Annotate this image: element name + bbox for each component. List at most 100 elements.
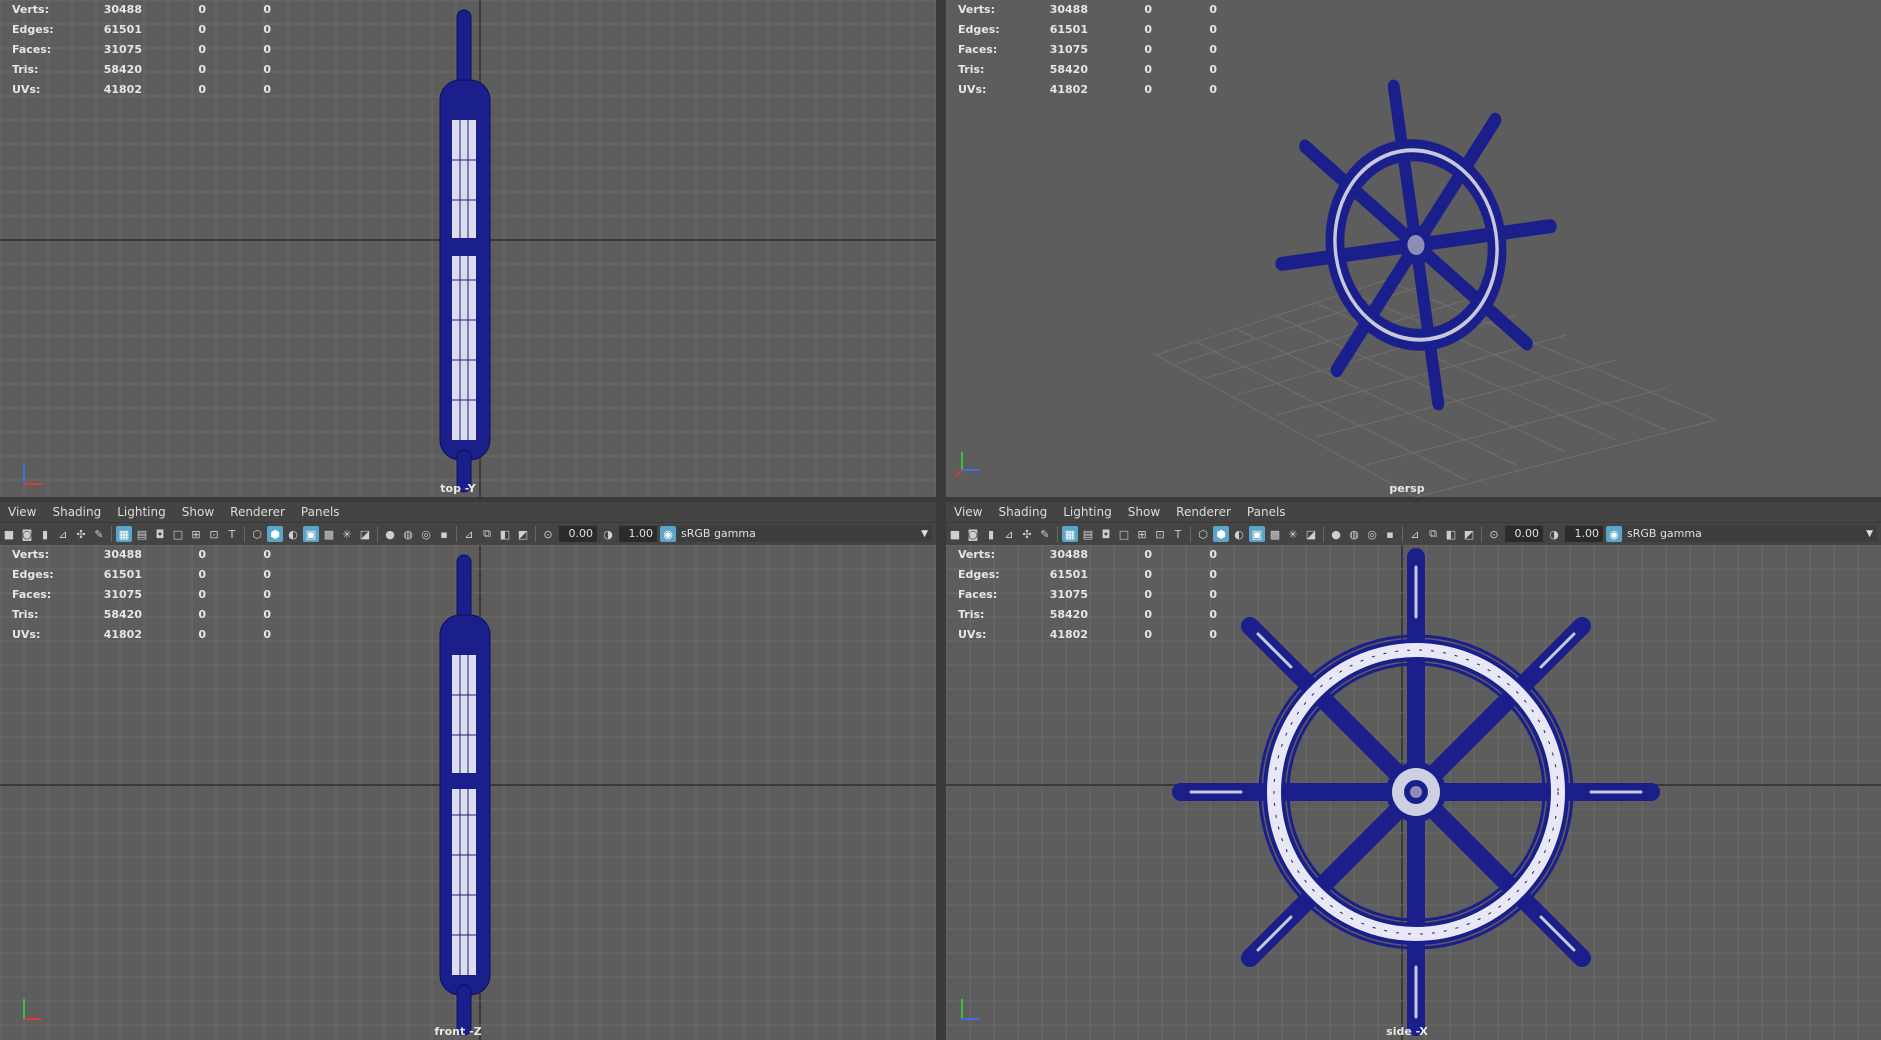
poly-count-hud: Verts: 30488 0 0 Edges: 61501 0 0 Faces: 31075 0…: [958, 3, 1217, 96]
lights-icon[interactable]: ✳: [339, 526, 355, 542]
menu-view[interactable]: View: [946, 505, 990, 519]
xray-joints-icon[interactable]: ◧: [497, 526, 513, 542]
bookmark-icon[interactable]: ▮: [983, 526, 999, 542]
bookmark-icon[interactable]: ▮: [37, 526, 53, 542]
poly-count-hud: Verts: 30488 0 0 Edges: 61501 0 0 Faces: 31075 0…: [12, 3, 271, 96]
textured-icon[interactable]: ◐: [1231, 526, 1247, 542]
exposure-icon[interactable]: ⊙: [540, 526, 556, 542]
depth-of-field-icon[interactable]: ▪: [1382, 526, 1398, 542]
depth-of-field-icon[interactable]: ▪: [436, 526, 452, 542]
grid-icon[interactable]: ▦: [116, 526, 132, 542]
poly-count-hud: Verts: 30488 0 0 Edges: 61501 0 0 Faces: 31075 0…: [12, 548, 271, 641]
gamma-field[interactable]: 1.00: [1565, 526, 1603, 542]
motion-blur-icon[interactable]: ◍: [400, 526, 416, 542]
axis-gizmo-icon: [961, 999, 980, 1020]
pencil-icon[interactable]: ✎: [91, 526, 107, 542]
field-chart-icon[interactable]: ⊞: [1134, 526, 1150, 542]
gamma-icon[interactable]: ◑: [600, 526, 616, 542]
smooth-shade-icon[interactable]: ⬢: [1213, 526, 1229, 542]
axis-gizmo-icon: [955, 452, 980, 477]
color-space-select[interactable]: sRGB gamma ▼: [1623, 526, 1877, 542]
menu-panels[interactable]: Panels: [1239, 505, 1294, 519]
shadows-icon[interactable]: ◪: [357, 526, 373, 542]
ambient-occlusion-icon[interactable]: ●: [382, 526, 398, 542]
menu-lighting[interactable]: Lighting: [1055, 505, 1120, 519]
safe-title-icon[interactable]: T: [1170, 526, 1186, 542]
isolate-icon[interactable]: ⊿: [1407, 526, 1423, 542]
gate-mask-icon[interactable]: □: [170, 526, 186, 542]
xray-components-icon[interactable]: ◩: [515, 526, 531, 542]
color-management-icon[interactable]: ◉: [1606, 526, 1622, 542]
menu-shading[interactable]: Shading: [990, 505, 1055, 519]
resolution-gate-icon[interactable]: ◘: [1098, 526, 1114, 542]
menu-show[interactable]: Show: [174, 505, 222, 519]
menu-renderer[interactable]: Renderer: [222, 505, 293, 519]
pivot-icon[interactable]: ✣: [73, 526, 89, 542]
menu-show[interactable]: Show: [1120, 505, 1168, 519]
panel-toolbar-side: ■ ◙ ▮ ⊿ ✣ ✎ ▦ ▤ ◘ □ ⊞ ⊡ T ⬡ ⬢ ◐ ▣ ▩ ✳ ◪ …: [946, 522, 1881, 545]
safe-action-icon[interactable]: ⊡: [1152, 526, 1168, 542]
viewport-front[interactable]: Verts: 30488 0 0 Edges: 61501 0 0 Faces: 31075 0…: [0, 545, 936, 1040]
film-gate-icon[interactable]: ▤: [1080, 526, 1096, 542]
ambient-occlusion-icon[interactable]: ●: [1328, 526, 1344, 542]
xray-joints-icon[interactable]: ◧: [1443, 526, 1459, 542]
menu-lighting[interactable]: Lighting: [109, 505, 174, 519]
viewport-persp[interactable]: Verts: 30488 0 0 Edges: 61501 0 0 Faces: 31075 0…: [946, 0, 1881, 497]
motion-blur-icon[interactable]: ◍: [1346, 526, 1362, 542]
wireframe-on-shaded-icon[interactable]: ▣: [1249, 526, 1265, 542]
antialias-icon[interactable]: ◎: [1364, 526, 1380, 542]
image-plane-icon[interactable]: ⊿: [1001, 526, 1017, 542]
panel-divider-horizontal[interactable]: [0, 497, 1881, 502]
exposure-field[interactable]: 0.00: [559, 526, 597, 542]
gamma-icon[interactable]: ◑: [1546, 526, 1562, 542]
smooth-shade-icon[interactable]: ⬢: [267, 526, 283, 542]
grid-icon[interactable]: ▦: [1062, 526, 1078, 542]
wireframe-icon[interactable]: ⬡: [249, 526, 265, 542]
field-chart-icon[interactable]: ⊞: [188, 526, 204, 542]
poly-count-hud: Verts: 30488 0 0 Edges: 61501 0 0 Faces: 31075 0…: [958, 548, 1217, 641]
camera-attr-icon[interactable]: ◙: [19, 526, 35, 542]
gamma-field[interactable]: 1.00: [619, 526, 657, 542]
xray-components-icon[interactable]: ◩: [1461, 526, 1477, 542]
textured-icon[interactable]: ◐: [285, 526, 301, 542]
menu-view[interactable]: View: [0, 505, 44, 519]
wireframe-on-shaded-icon[interactable]: ▣: [303, 526, 319, 542]
safe-title-icon[interactable]: T: [224, 526, 240, 542]
lights-icon[interactable]: ✳: [1285, 526, 1301, 542]
camera-attr-icon[interactable]: ◙: [965, 526, 981, 542]
viewport-top[interactable]: Verts: 30488 0 0 Edges: 61501 0 0 Faces: 31075 0…: [0, 0, 936, 497]
checker-icon[interactable]: ▩: [321, 526, 337, 542]
wireframe-icon[interactable]: ⬡: [1195, 526, 1211, 542]
camera-label-front: front -Z: [434, 1025, 482, 1038]
antialias-icon[interactable]: ◎: [418, 526, 434, 542]
camera-icon[interactable]: ■: [947, 526, 963, 542]
isolate-icon[interactable]: ⊿: [461, 526, 477, 542]
gate-mask-icon[interactable]: □: [1116, 526, 1132, 542]
panel-menubar-front: View Shading Lighting Show Renderer Pane…: [0, 502, 936, 522]
resolution-gate-icon[interactable]: ◘: [152, 526, 168, 542]
menu-shading[interactable]: Shading: [44, 505, 109, 519]
image-plane-icon[interactable]: ⊿: [55, 526, 71, 542]
viewport-side[interactable]: Verts: 30488 0 0 Edges: 61501 0 0 Faces: 31075 0…: [946, 545, 1881, 1040]
pencil-icon[interactable]: ✎: [1037, 526, 1053, 542]
camera-label-side: side -X: [1386, 1025, 1428, 1038]
color-space-select[interactable]: sRGB gamma ▼: [677, 526, 932, 542]
exposure-icon[interactable]: ⊙: [1486, 526, 1502, 542]
camera-label-persp: persp: [1389, 482, 1425, 495]
safe-action-icon[interactable]: ⊡: [206, 526, 222, 542]
menu-renderer[interactable]: Renderer: [1168, 505, 1239, 519]
xray-icon[interactable]: ⧉: [1425, 526, 1441, 542]
color-management-icon[interactable]: ◉: [660, 526, 676, 542]
shadows-icon[interactable]: ◪: [1303, 526, 1319, 542]
panel-menubar-side: View Shading Lighting Show Renderer Pane…: [946, 502, 1881, 522]
axis-gizmo-icon: [23, 999, 42, 1020]
checker-icon[interactable]: ▩: [1267, 526, 1283, 542]
menu-panels[interactable]: Panels: [293, 505, 348, 519]
camera-icon[interactable]: ■: [1, 526, 17, 542]
film-gate-icon[interactable]: ▤: [134, 526, 150, 542]
xray-icon[interactable]: ⧉: [479, 526, 495, 542]
pivot-icon[interactable]: ✣: [1019, 526, 1035, 542]
exposure-field[interactable]: 0.00: [1505, 526, 1543, 542]
panel-divider-vertical[interactable]: [936, 0, 946, 1040]
chevron-down-icon: ▼: [1866, 529, 1873, 539]
